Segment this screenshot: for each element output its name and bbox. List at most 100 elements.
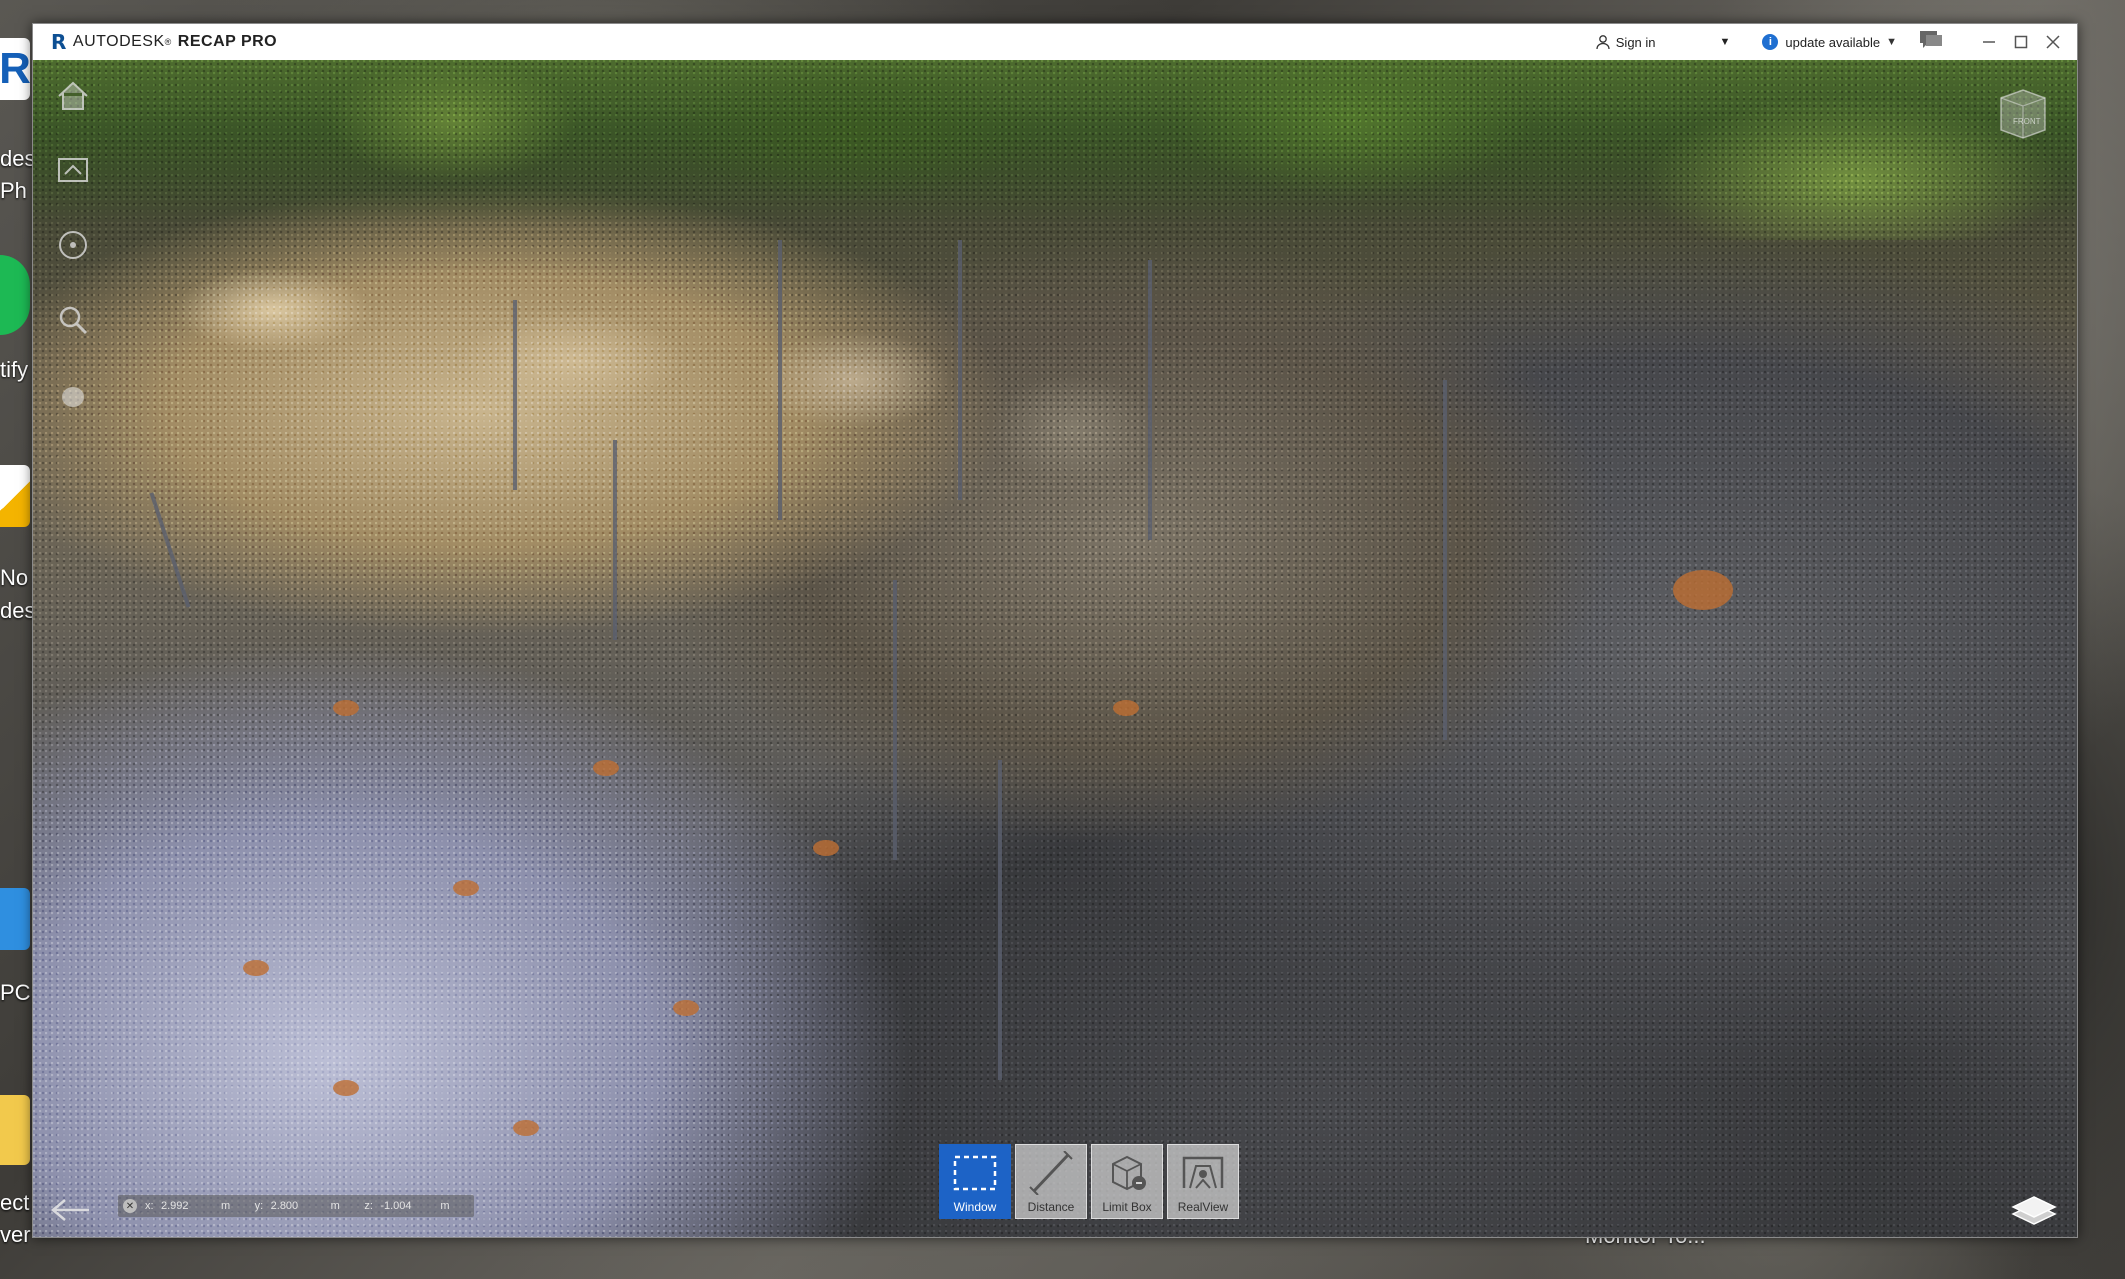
leaf xyxy=(593,760,619,776)
chevron-down-icon: ▼ xyxy=(1886,36,1897,48)
close-button[interactable] xyxy=(2037,24,2069,60)
desktop-label: des xyxy=(0,598,32,623)
realview-icon xyxy=(1182,1156,1224,1189)
user-icon xyxy=(1596,35,1610,50)
back-arrow-icon xyxy=(51,1199,89,1221)
layers-button[interactable] xyxy=(2009,1188,2059,1232)
fence-post xyxy=(998,760,1002,1080)
recap-logo-icon: R xyxy=(51,30,67,54)
limit-box-label: Limit Box xyxy=(1102,1200,1152,1214)
desktop-icon-spotify[interactable] xyxy=(0,255,30,345)
orbit-icon xyxy=(59,231,87,259)
update-available-button[interactable]: i update available ▼ xyxy=(1762,34,1897,50)
desktop-label: ect xyxy=(0,1190,30,1215)
desktop-label: Ph xyxy=(0,178,27,203)
app-logo: R AUTODESK ® RECAP PRO xyxy=(51,30,277,54)
spotify-icon xyxy=(0,255,30,335)
leaf xyxy=(333,700,359,716)
close-coordinates-icon[interactable]: ✕ xyxy=(123,1199,137,1213)
recap-photo-icon: R xyxy=(0,38,31,100)
update-label: update available xyxy=(1785,34,1881,50)
fence-post xyxy=(893,580,897,860)
window-select-icon xyxy=(953,1155,997,1190)
coord-z-unit: m xyxy=(440,1200,450,1212)
leaf xyxy=(243,960,269,976)
info-icon: i xyxy=(1762,34,1779,50)
point-cloud-viewport[interactable]: FRONT xyxy=(33,60,2077,1237)
pan-icon xyxy=(62,387,84,407)
bottom-toolbar: Window Distance Limit Box RealView xyxy=(939,1144,1239,1219)
pan-button[interactable] xyxy=(53,375,93,415)
distance-button[interactable]: Distance xyxy=(1015,1144,1087,1219)
limit-box-icon xyxy=(1112,1155,1146,1190)
fence-post xyxy=(778,240,782,520)
frame-icon xyxy=(58,158,88,182)
coord-y-value: 2.800 xyxy=(270,1200,299,1212)
coord-z-value: -1.004 xyxy=(380,1200,412,1212)
coord-x-value: 2.992 xyxy=(160,1200,189,1212)
maximize-button[interactable] xyxy=(2005,24,2037,60)
folder-icon xyxy=(0,1095,30,1165)
zoom-button[interactable] xyxy=(53,300,93,340)
desktop-label: des xyxy=(0,146,32,171)
fence-post xyxy=(1148,260,1152,540)
coordinate-readout: ✕ x: 2.992 m y: 2.800 m z: -1.004 m xyxy=(118,1195,474,1217)
desktop-icon-pc[interactable] xyxy=(0,888,30,978)
monitor-icon xyxy=(0,888,30,950)
point-cloud-speckle xyxy=(33,60,2077,1237)
title-bar: R AUTODESK ® RECAP PRO Sign in ▼ i updat… xyxy=(33,24,2077,60)
leaf xyxy=(673,1000,699,1016)
zoom-icon xyxy=(59,306,88,335)
sign-in-dropdown-icon[interactable]: ▼ xyxy=(1720,36,1731,48)
fence-post xyxy=(958,240,962,500)
minimize-button[interactable] xyxy=(1973,24,2005,60)
coord-x-unit: m xyxy=(220,1200,231,1212)
leaf xyxy=(513,1120,539,1136)
coord-y: y: 2.800 m xyxy=(255,1200,365,1212)
home-icon xyxy=(58,81,88,110)
coord-y-label: y: xyxy=(254,1200,264,1212)
maximize-icon xyxy=(2014,35,2028,49)
realview-button[interactable]: RealView xyxy=(1167,1144,1239,1219)
leaf xyxy=(453,880,479,896)
orbit-button[interactable] xyxy=(53,225,93,265)
realview-label: RealView xyxy=(1177,1200,1229,1214)
fence-post xyxy=(513,300,517,490)
window-select-label: Window xyxy=(953,1200,997,1214)
leaf xyxy=(813,840,839,856)
view-cube[interactable]: FRONT xyxy=(1991,84,2055,144)
sign-in-label: Sign in xyxy=(1615,34,1656,50)
coord-y-unit: m xyxy=(330,1200,340,1212)
minimize-icon xyxy=(1983,41,1995,43)
desktop-label: No xyxy=(0,565,29,590)
home-button[interactable] xyxy=(53,76,93,116)
fence-post xyxy=(1443,380,1447,740)
desktop-label: ver xyxy=(0,1222,31,1247)
window-select-button[interactable]: Window xyxy=(939,1144,1011,1219)
desktop-label: tify xyxy=(0,357,29,382)
desktop-label: PC xyxy=(0,980,31,1005)
limit-box-button[interactable]: Limit Box xyxy=(1091,1144,1163,1219)
title-controls: Sign in ▼ i update available ▼ xyxy=(1595,24,2077,60)
desktop-icon-folder[interactable] xyxy=(0,1095,30,1185)
coord-z: z: -1.004 m xyxy=(364,1200,474,1212)
leaf xyxy=(1673,570,1733,610)
feedback-button[interactable] xyxy=(1919,30,1943,55)
layers-icon xyxy=(2011,1196,2057,1225)
back-button[interactable] xyxy=(49,1194,93,1226)
viewcube-icon: FRONT xyxy=(2000,89,2046,139)
product-name: RECAP PRO xyxy=(177,33,278,50)
zoom-extents-button[interactable] xyxy=(53,150,93,190)
desktop-icon-recap-photo[interactable]: R xyxy=(0,38,31,128)
recap-window: R AUTODESK ® RECAP PRO Sign in ▼ i updat… xyxy=(32,23,2078,1238)
distance-label: Distance xyxy=(1027,1200,1075,1214)
leaf xyxy=(333,1080,359,1096)
desktop-icon-shield[interactable] xyxy=(0,465,30,555)
coord-x-label: x: xyxy=(144,1200,154,1212)
sign-in-button[interactable]: Sign in xyxy=(1595,34,1656,50)
coord-x: x: 2.992 m xyxy=(145,1200,255,1212)
leaf xyxy=(1113,700,1139,716)
close-icon xyxy=(2046,35,2060,49)
ruler-icon xyxy=(1029,1150,1073,1195)
shield-icon xyxy=(0,465,30,527)
